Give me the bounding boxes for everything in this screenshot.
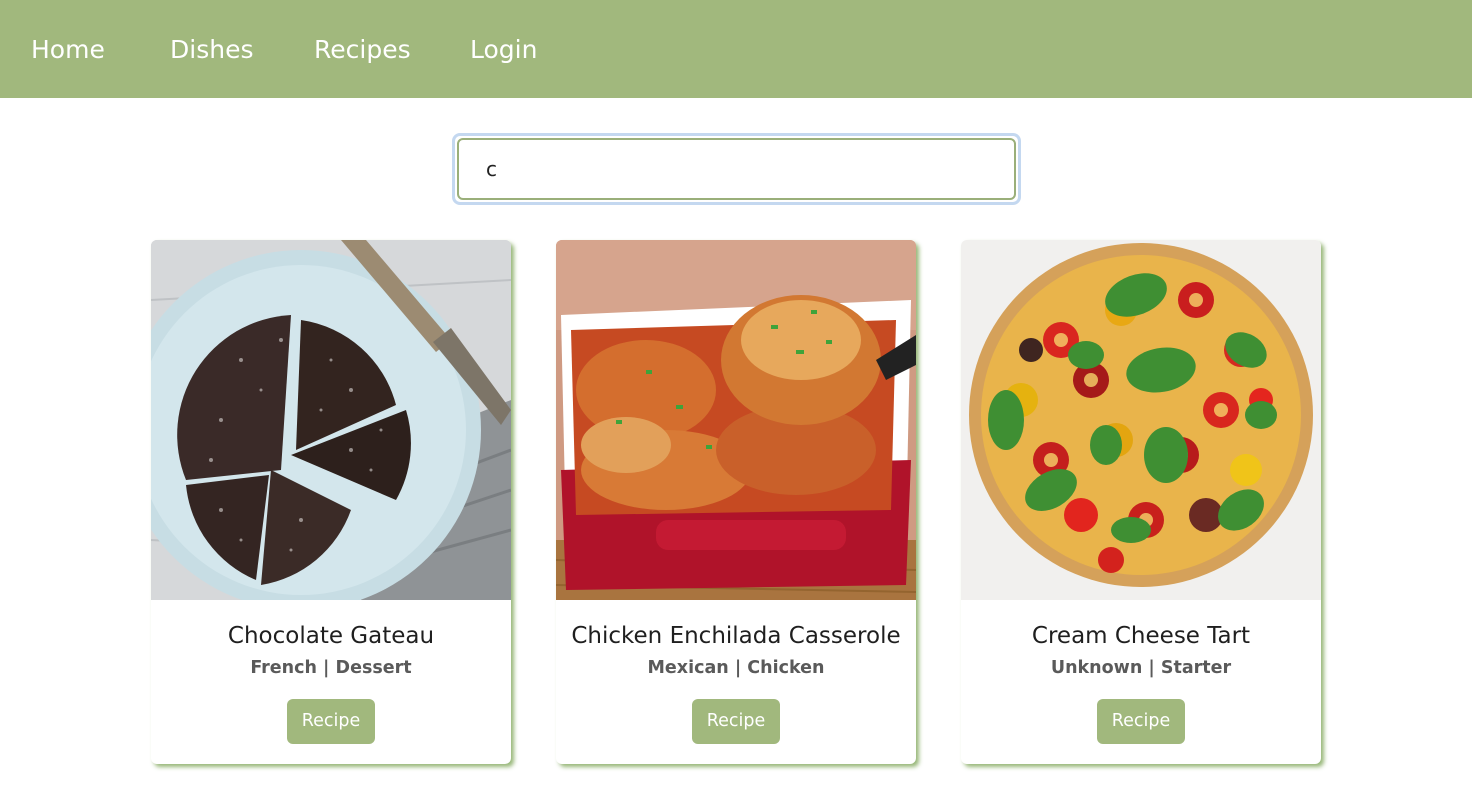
chocolate-gateau-image xyxy=(151,240,511,600)
chicken-enchilada-casserole-image xyxy=(556,240,916,600)
dish-cuisine-category: French | Dessert xyxy=(250,658,412,678)
dish-card: Chocolate Gateau French | Dessert Recipe xyxy=(151,240,511,764)
nav-login-link[interactable]: Login xyxy=(470,30,537,70)
nav-home-link[interactable]: Home xyxy=(31,30,105,70)
dish-card: Chicken Enchilada Casserole Mexican | Ch… xyxy=(556,240,916,764)
dish-title: Chicken Enchilada Casserole xyxy=(571,623,901,649)
search-input[interactable] xyxy=(457,138,1016,200)
dish-cuisine-category: Mexican | Chicken xyxy=(647,658,825,678)
top-navbar: Home Dishes Recipes Login xyxy=(0,0,1472,98)
dish-card: Cream Cheese Tart Unknown | Starter Reci… xyxy=(961,240,1321,764)
search-focus-ring xyxy=(452,133,1021,205)
nav-dishes-link[interactable]: Dishes xyxy=(170,30,253,70)
nav-recipes-link[interactable]: Recipes xyxy=(314,30,411,70)
dish-title: Cream Cheese Tart xyxy=(1031,623,1251,649)
recipe-button[interactable]: Recipe xyxy=(1097,699,1185,744)
dish-title: Chocolate Gateau xyxy=(227,623,435,649)
recipe-button[interactable]: Recipe xyxy=(692,699,780,744)
cream-cheese-tart-image xyxy=(961,240,1321,600)
dish-cuisine-category: Unknown | Starter xyxy=(1050,658,1232,678)
recipe-button[interactable]: Recipe xyxy=(287,699,375,744)
